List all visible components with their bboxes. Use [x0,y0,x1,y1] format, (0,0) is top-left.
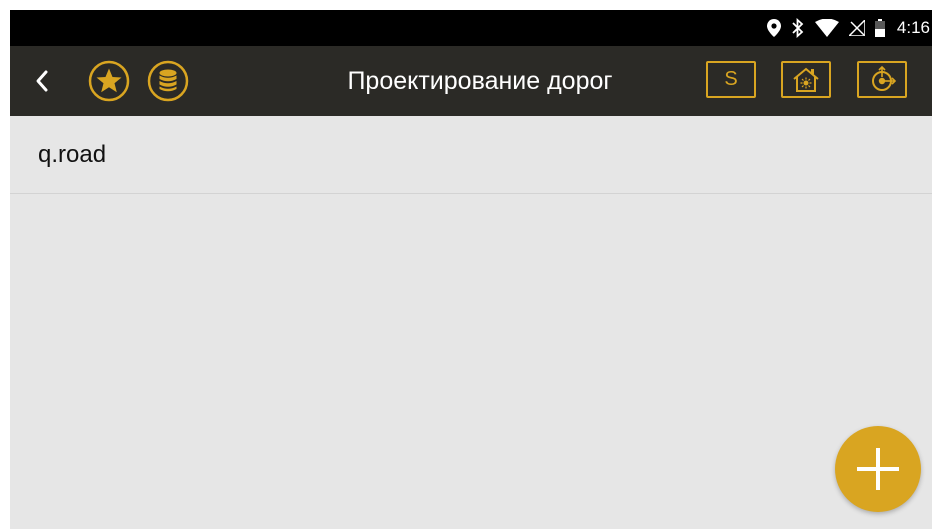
bluetooth-icon [792,18,804,38]
page-title: Проектирование дорог [347,67,613,95]
no-sim-icon [848,20,865,36]
wifi-icon [814,19,839,37]
plus-icon [857,448,899,490]
target-button[interactable] [857,61,907,98]
s-button-label: S [724,68,738,90]
screen: 4:16 Проектирование дорог S q.road [10,10,932,529]
s-button[interactable]: S [706,61,756,98]
battery-icon [874,19,885,37]
back-button[interactable] [30,64,56,98]
status-bar: 4:16 [10,10,932,46]
list-item[interactable]: q.road [10,116,932,194]
location-icon [766,19,781,37]
home-button[interactable] [781,61,831,98]
database-icon [147,60,189,102]
add-button[interactable] [835,426,921,512]
star-icon [88,60,130,102]
favorites-button[interactable] [88,60,130,102]
project-list: q.road [10,116,932,194]
app-bar: Проектирование дорог S [10,46,932,116]
back-arrow-icon [36,70,48,92]
database-button[interactable] [147,60,189,102]
status-time: 4:16 [896,18,930,37]
target-icon [872,65,897,91]
home-icon [793,67,819,92]
